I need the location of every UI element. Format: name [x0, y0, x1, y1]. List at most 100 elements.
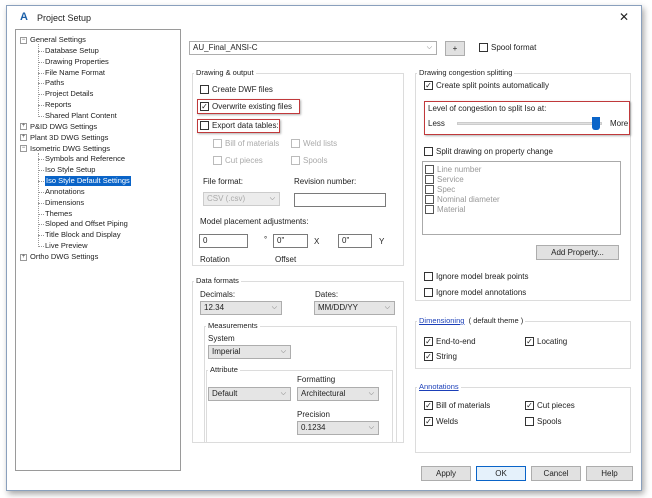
tree-item[interactable]: Shared Plant Content [45, 111, 117, 121]
y-label: Y [379, 237, 385, 246]
label: Bill of materials [225, 139, 280, 148]
rotation-input[interactable]: 0 [199, 234, 248, 248]
close-icon[interactable]: ✕ [619, 10, 629, 24]
tree-item[interactable]: Drawing Properties [45, 57, 109, 67]
bom-export-checkbox[interactable]: Bill of materials [213, 139, 279, 148]
precision-select[interactable]: 0.1234 ⌵ [297, 421, 379, 435]
checkbox[interactable] [425, 164, 434, 174]
attribute-select[interactable]: Default ⌵ [208, 387, 291, 401]
rotation-label: Rotation [200, 255, 230, 264]
overwrite-checkbox[interactable]: ✓ Overwrite existing files [200, 102, 292, 111]
ignore-annotations-checkbox[interactable]: Ignore model annotations [424, 288, 526, 297]
group-title: Drawing congestion splitting [417, 68, 515, 77]
formatting-value: Architectural [301, 389, 346, 398]
property-list[interactable]: Line number Service Spec Nominal diameter Ma… [422, 161, 621, 235]
string-checkbox[interactable]: ✓ String [424, 352, 457, 361]
dates-select[interactable]: MM/DD/YY ⌵ [314, 301, 395, 315]
property-item[interactable]: Material [425, 205, 618, 215]
weld-lists-checkbox[interactable]: Weld lists [291, 139, 337, 148]
end-to-end-checkbox[interactable]: ✓ End-to-end [424, 337, 476, 346]
collapse-icon[interactable]: − [20, 145, 27, 152]
formatting-select[interactable]: Architectural ⌵ [297, 387, 379, 401]
ok-button[interactable]: OK [476, 466, 526, 481]
label: Welds [436, 417, 459, 426]
checkbox[interactable] [425, 174, 434, 184]
bom-annotation-checkbox[interactable]: ✓ Bill of materials [424, 401, 490, 410]
formatting-label: Formatting [297, 375, 336, 384]
tree-item[interactable]: Isometric DWG Settings [30, 144, 110, 154]
tree-item[interactable]: Iso Style Default Settings [45, 176, 131, 187]
tree-item[interactable]: Title Block and Display [45, 230, 121, 240]
offset-y-input[interactable]: 0" [338, 234, 372, 248]
tree-item[interactable]: Sloped and Offset Piping [45, 219, 128, 229]
slider-thumb[interactable] [591, 117, 600, 130]
cut-pieces-annotation-checkbox[interactable]: ✓ Cut pieces [525, 401, 575, 410]
tree-item[interactable]: Project Details [45, 89, 93, 99]
tree-item[interactable]: Paths [45, 78, 64, 88]
dimensioning-link[interactable]: Dimensioning [419, 316, 464, 325]
model-placement-label: Model placement adjustments: [200, 217, 309, 226]
spools-export-checkbox[interactable]: Spools [291, 156, 327, 165]
tree-item[interactable]: Themes [45, 209, 72, 219]
collapse-icon[interactable]: − [20, 36, 27, 44]
tree-item[interactable]: Plant 3D DWG Settings [30, 133, 108, 143]
expand-icon[interactable]: + [20, 253, 27, 261]
apply-button[interactable]: Apply [421, 466, 471, 481]
expand-icon[interactable]: + [20, 134, 27, 142]
expand-icon[interactable]: + [20, 123, 27, 131]
decimals-select[interactable]: 12.34 ⌵ [200, 301, 282, 315]
tree-item[interactable]: P&ID DWG Settings [30, 122, 97, 132]
tree-item[interactable]: Annotations [45, 187, 85, 197]
spools-annotation-checkbox[interactable]: Spools [525, 417, 561, 426]
file-format-select[interactable]: CSV (.csv) ⌵ [203, 192, 280, 206]
property-item[interactable]: Spec [425, 184, 618, 194]
annotations-link[interactable]: Annotations [419, 382, 459, 391]
export-data-tables-checkbox[interactable]: Export data tables: [200, 121, 279, 130]
system-select[interactable]: Imperial ⌵ [208, 345, 291, 359]
label: Cut pieces [225, 156, 263, 165]
create-split-points-checkbox[interactable]: ✓ Create split points automatically [424, 81, 549, 90]
checkbox[interactable] [425, 205, 434, 215]
tree-item[interactable]: Symbols and Reference [45, 154, 125, 164]
property-item[interactable]: Service [425, 174, 618, 184]
label: Weld lists [303, 139, 338, 148]
tree-item[interactable]: Dimensions [45, 198, 84, 208]
label: Spools [537, 417, 562, 426]
add-style-button[interactable]: + [445, 41, 465, 56]
congestion-slider[interactable] [457, 117, 602, 130]
help-button[interactable]: Help [586, 466, 633, 481]
ignore-break-points-checkbox[interactable]: Ignore model break points [424, 272, 529, 281]
welds-annotation-checkbox[interactable]: ✓ Welds [424, 417, 458, 426]
spool-format-checkbox[interactable]: Spool format [479, 43, 536, 52]
revision-number-input[interactable] [294, 193, 386, 207]
checkbox[interactable] [425, 184, 434, 194]
split-on-property-checkbox[interactable]: Split drawing on property change [424, 147, 553, 156]
checkbox[interactable] [425, 195, 434, 205]
cut-pieces-export-checkbox[interactable]: Cut pieces [213, 156, 263, 165]
file-format-label: File format: [203, 177, 244, 186]
settings-tree[interactable]: − General Settings Database Setup Drawing P… [15, 29, 181, 471]
chevron-down-icon: ⌵ [280, 390, 286, 397]
offset-x-input[interactable]: 0" [273, 234, 308, 248]
property-item[interactable]: Line number [425, 164, 618, 174]
add-property-button[interactable]: Add Property... [536, 245, 619, 260]
chevron-down-icon: ⌵ [271, 304, 277, 311]
iso-style-select[interactable]: AU_Final_ANSI-C ⌵ [189, 41, 437, 55]
tree-connector [38, 115, 44, 117]
tree-item[interactable]: Ortho DWG Settings [30, 252, 98, 262]
tree-item[interactable]: Reports [45, 100, 71, 110]
label: Overwrite existing files [212, 102, 293, 111]
locating-checkbox[interactable]: ✓ Locating [525, 337, 567, 346]
property-item[interactable]: Nominal diameter [425, 195, 618, 205]
label: Line number [437, 164, 482, 174]
tree-item[interactable]: Live Preview [45, 241, 88, 251]
tree-item[interactable]: File Name Format [45, 68, 105, 78]
tree-item[interactable]: Iso Style Setup [45, 165, 95, 175]
tree-connector [38, 152, 39, 246]
tree-item[interactable]: Database Setup [45, 46, 99, 56]
label: Cut pieces [537, 401, 575, 410]
label: Nominal diameter [437, 195, 500, 205]
create-dwf-checkbox[interactable]: Create DWF files [200, 85, 273, 94]
cancel-button[interactable]: Cancel [531, 466, 581, 481]
tree-connector [38, 44, 39, 115]
